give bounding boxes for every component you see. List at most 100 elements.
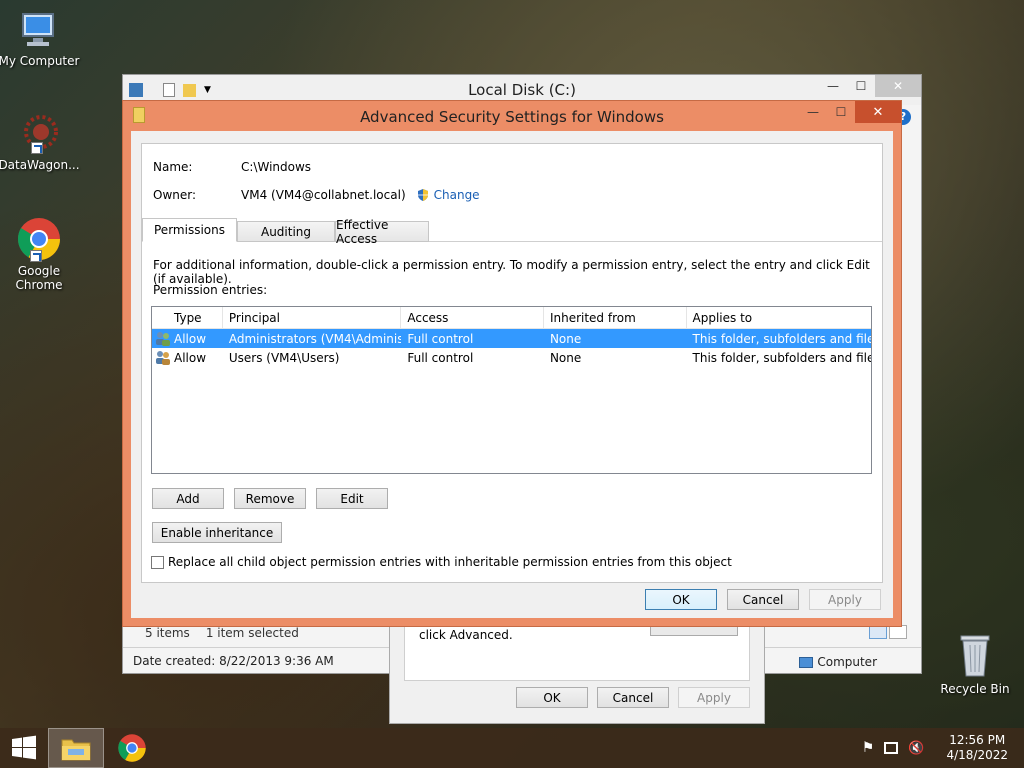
status-item-count: 5 items <box>145 626 190 640</box>
cell-principal: Users (VM4\Users) <box>228 350 340 365</box>
dialog-window-controls: — ☐ ✕ <box>799 101 901 123</box>
properties-text: click Advanced. <box>419 628 513 642</box>
quick-access-toolbar: ▼ <box>129 83 211 97</box>
windows-logo-icon <box>12 735 36 760</box>
taskbar: ⚑ 🔇 12:56 PM 4/18/2022 <box>0 728 1024 768</box>
properties-apply-button[interactable]: Apply <box>678 687 750 708</box>
info-text: For additional information, double-click… <box>153 258 870 286</box>
permission-row[interactable]: Allow Administrators (VM4\Adminis... Ful… <box>152 329 871 348</box>
new-folder-icon[interactable] <box>183 83 196 97</box>
taskbar-file-explorer[interactable] <box>48 728 104 768</box>
computer-small-icon <box>799 656 814 668</box>
dialog-footer-buttons: OK Cancel Apply <box>645 589 881 610</box>
datawagon-icon <box>17 112 61 156</box>
dialog-body: Name: C:\Windows Owner: VM4 (VM4@collabn… <box>131 131 893 618</box>
dialog-title-bar[interactable]: Advanced Security Settings for Windows —… <box>123 101 901 131</box>
system-tray: ⚑ 🔇 12:56 PM 4/18/2022 <box>862 728 1008 768</box>
column-applies-to[interactable]: Applies to <box>687 307 871 329</box>
change-link-label: Change <box>433 188 480 202</box>
remove-button[interactable]: Remove <box>234 488 306 509</box>
desktop-icon-label: Recycle Bin <box>940 682 1010 696</box>
computer-icon <box>17 8 61 52</box>
replace-child-entries-label[interactable]: Replace all child object permission entr… <box>168 555 732 569</box>
ok-button[interactable]: OK <box>645 589 717 610</box>
column-principal[interactable]: Principal <box>223 306 402 329</box>
cell-principal: Administrators (VM4\Adminis... <box>228 331 402 346</box>
edit-button[interactable]: Edit <box>316 488 388 509</box>
taskbar-chrome[interactable] <box>104 728 160 768</box>
inheritance-row: Enable inheritance <box>152 522 282 543</box>
properties-content: click Advanced. <box>404 625 750 681</box>
shortcut-arrow-icon <box>30 250 42 262</box>
owner-row: Owner: VM4 (VM4@collabnet.local) Change <box>153 188 480 202</box>
name-label: Name: <box>153 160 193 174</box>
properties-icon[interactable] <box>163 83 175 97</box>
volume-muted-icon[interactable]: 🔇 <box>908 741 924 756</box>
cell-inherited-from: None <box>549 331 582 346</box>
chevron-down-icon[interactable]: ▼ <box>204 85 211 95</box>
computer-label: Computer <box>817 655 877 669</box>
column-inherited-from[interactable]: Inherited from <box>544 306 687 329</box>
column-access[interactable]: Access <box>401 306 544 329</box>
dialog-title: Advanced Security Settings for Windows <box>360 108 664 126</box>
group-users-icon <box>156 332 170 346</box>
desktop-icon-datawagon[interactable]: DataWagon... <box>0 112 81 172</box>
chrome-icon <box>16 216 62 262</box>
properties-buttons: OK Cancel Apply <box>516 687 750 708</box>
action-center-flag-icon[interactable]: ⚑ <box>862 740 875 756</box>
shortcut-arrow-icon <box>31 142 43 154</box>
dialog-maximize-button[interactable]: ☐ <box>827 101 855 123</box>
location-computer: Computer <box>799 655 877 669</box>
desktop-icon-label: My Computer <box>0 54 80 68</box>
status-selected-count: 1 item selected <box>205 626 299 640</box>
permission-entries-label: Permission entries: <box>153 283 268 297</box>
security-panel: Name: C:\Windows Owner: VM4 (VM4@collabn… <box>141 143 883 583</box>
cell-applies-to: This folder, subfolders and files <box>692 350 871 365</box>
permission-entries-list[interactable]: Type Principal Access Inherited from App… <box>151 306 872 474</box>
network-icon[interactable] <box>884 742 899 754</box>
list-header: Type Principal Access Inherited from App… <box>152 306 871 329</box>
desktop-icon-google-chrome[interactable]: Google Chrome <box>0 216 81 292</box>
tab-strip: Permissions Auditing Effective Access <box>142 218 882 246</box>
apply-button[interactable]: Apply <box>809 589 881 610</box>
file-explorer-icon <box>61 739 91 761</box>
name-row: Name: C:\Windows <box>153 160 311 174</box>
replace-child-entries-checkbox[interactable] <box>151 555 164 569</box>
enable-inheritance-button[interactable]: Enable inheritance <box>152 522 282 543</box>
dialog-minimize-button[interactable]: — <box>799 101 827 123</box>
chrome-icon <box>118 734 146 762</box>
properties-dialog[interactable]: click Advanced. OK Cancel Apply <box>389 620 765 724</box>
tab-permissions[interactable]: Permissions <box>142 218 237 242</box>
clock[interactable]: 12:56 PM 4/18/2022 <box>946 733 1008 763</box>
column-type[interactable]: Type <box>152 306 223 329</box>
minimize-button[interactable]: — <box>819 75 847 97</box>
properties-ok-button[interactable]: OK <box>516 687 588 708</box>
tab-auditing[interactable]: Auditing <box>237 221 335 242</box>
desktop-icon-my-computer[interactable]: My Computer <box>0 8 81 68</box>
permission-row[interactable]: Allow Users (VM4\Users) Full control Non… <box>152 348 871 367</box>
maximize-button[interactable]: ☐ <box>847 75 875 97</box>
replace-child-entries-row[interactable]: Replace all child object permission entr… <box>151 555 732 569</box>
explorer-app-icon <box>129 83 143 97</box>
view-switcher <box>869 625 907 639</box>
dialog-close-button[interactable]: ✕ <box>855 101 901 123</box>
date-created: Date created: 8/22/2013 9:36 AM <box>133 653 334 668</box>
add-button[interactable]: Add <box>152 488 224 509</box>
start-button[interactable] <box>0 728 48 768</box>
large-icons-view-button[interactable] <box>889 625 907 639</box>
close-button[interactable]: ✕ <box>875 75 921 97</box>
advanced-security-dialog[interactable]: Advanced Security Settings for Windows —… <box>122 100 902 627</box>
cell-access: Full control <box>407 331 474 346</box>
desktop-icon-label: DataWagon... <box>0 158 80 172</box>
tab-effective-access[interactable]: Effective Access <box>335 218 429 246</box>
cell-applies-to: This folder, subfolders and files <box>692 331 871 346</box>
cancel-button[interactable]: Cancel <box>727 589 799 610</box>
desktop-icon-recycle-bin[interactable]: Recycle Bin <box>933 630 1017 696</box>
details-view-button[interactable] <box>869 625 887 639</box>
advanced-button[interactable] <box>650 626 738 636</box>
properties-cancel-button[interactable]: Cancel <box>597 687 669 708</box>
explorer-window-controls: — ☐ ✕ <box>819 75 921 97</box>
cell-access: Full control <box>407 350 474 365</box>
owner-value: VM4 (VM4@collabnet.local) <box>241 188 406 202</box>
change-owner-link[interactable]: Change <box>416 188 480 202</box>
